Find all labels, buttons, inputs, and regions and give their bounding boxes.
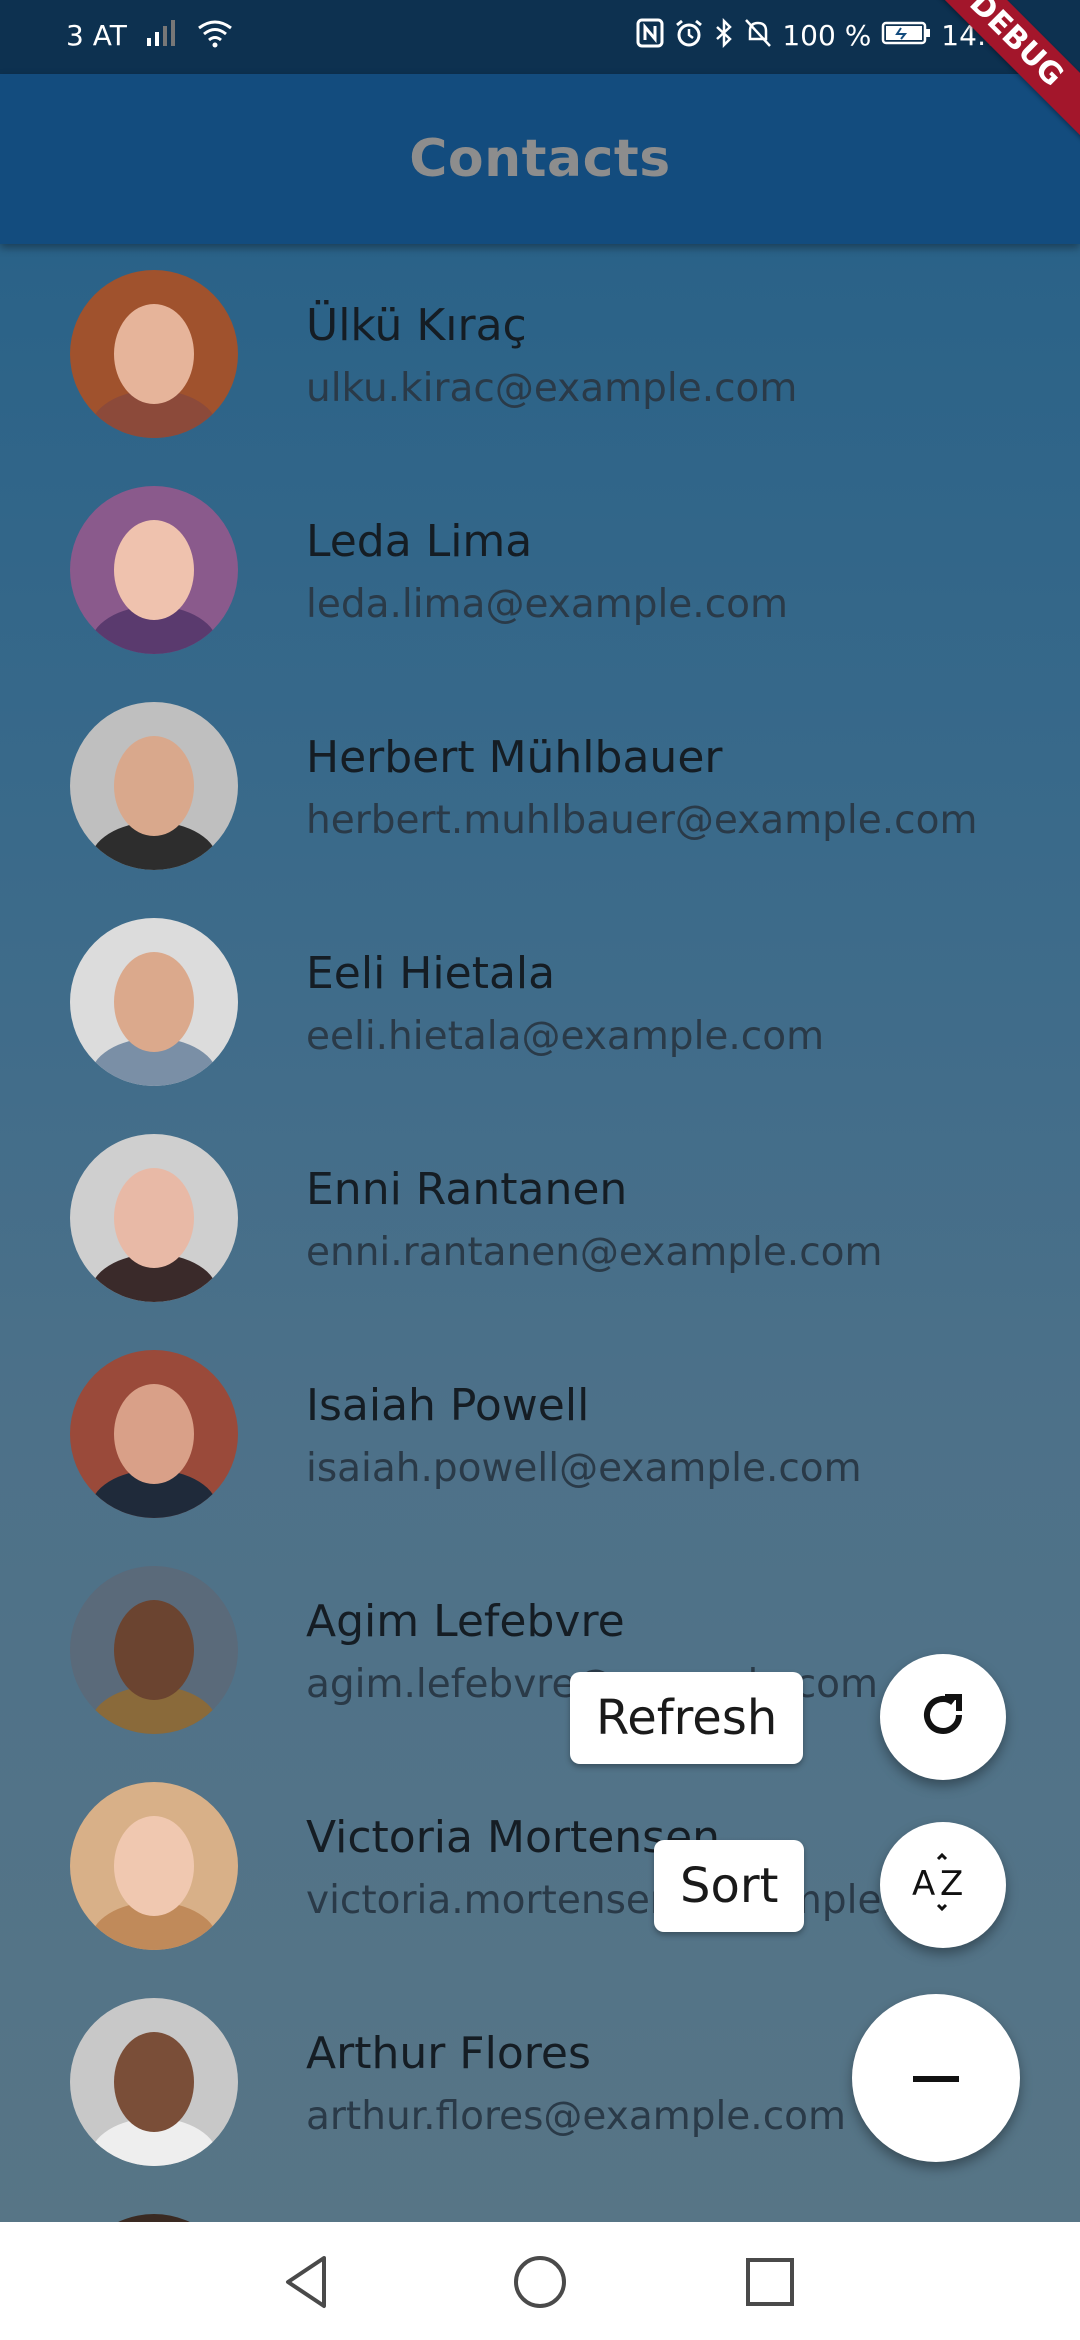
contact-name: Arthur Flores [306,2028,591,2079]
avatar [70,1998,238,2166]
contact-name: Leda Lima [306,516,533,567]
bluetooth-icon [714,17,734,53]
contact-email: herbert.muhlbauer@example.com [306,798,978,843]
contact-name: Enni Rantanen [306,1164,628,1215]
contact-email: victoria.mortensen@example.com [306,1878,978,1923]
avatar [70,1566,238,1734]
alarm-icon [674,18,704,53]
contact-name: Herbert Mühlbauer [306,732,723,783]
avatar [70,1782,238,1950]
signal-icon [145,18,179,53]
avatar [70,918,238,1086]
avatar [70,1134,238,1302]
back-icon[interactable] [278,2252,338,2312]
carrier-label: 3 AT [66,19,127,52]
contact-email: ulku.kirac@example.com [306,366,798,411]
contact-name: Eeli Hietala [306,948,556,999]
app-screen: 3 AT 100 % 14:16 [0,0,1080,2222]
home-icon[interactable] [510,2252,570,2312]
recents-icon[interactable] [740,2252,800,2312]
contact-email: eeli.hietala@example.com [306,1014,825,1059]
nfc-icon [636,18,664,53]
contact-list-item[interactable]: Herbert Mühlbauer herbert.muhlbauer@examp… [0,680,1080,896]
avatar [70,2214,238,2222]
contact-list-item-partial[interactable] [0,2192,1080,2222]
avatar [70,270,238,438]
refresh-icon [915,1687,971,1747]
contact-list-item[interactable]: Enni Rantanen enni.rantanen@example.com [0,1112,1080,1328]
avatar [70,702,238,870]
app-bar: Contacts [0,74,1080,244]
contact-email: arthur.flores@example.com [306,2094,846,2139]
contact-list-item[interactable]: Isaiah Powell isaiah.powell@example.com [0,1328,1080,1544]
sort-az-icon: AZ [908,1852,978,1917]
avatar [70,486,238,654]
system-nav-bar [0,2222,1080,2340]
contact-list-item[interactable]: Ülkü Kıraç ulku.kirac@example.com [0,248,1080,464]
contact-email: isaiah.powell@example.com [306,1446,862,1491]
refresh-label[interactable]: Refresh [570,1672,804,1764]
contact-name: Ülkü Kıraç [306,300,527,351]
close-speed-dial-button[interactable] [852,1994,1020,2162]
refresh-button[interactable] [880,1654,1006,1780]
minus-icon [911,2069,961,2088]
mute-icon [744,18,772,53]
page-title: Contacts [409,129,671,189]
svg-text:A: A [912,1864,935,1904]
sort-label[interactable]: Sort [654,1840,805,1932]
contact-email: leda.lima@example.com [306,582,788,627]
battery-label: 100 % [782,19,872,52]
contact-name: Isaiah Powell [306,1380,590,1431]
svg-text:Z: Z [940,1864,963,1904]
battery-icon [881,20,931,51]
contact-list-item[interactable]: Eeli Hietala eeli.hietala@example.com [0,896,1080,1112]
contact-email: enni.rantanen@example.com [306,1230,883,1275]
contact-name: Agim Lefebvre [306,1596,625,1647]
sort-button[interactable]: AZ [880,1822,1006,1948]
wifi-icon [197,18,233,53]
status-bar: 3 AT 100 % 14:16 [0,0,1080,74]
contact-list-item[interactable]: Leda Lima leda.lima@example.com [0,464,1080,680]
avatar [70,1350,238,1518]
